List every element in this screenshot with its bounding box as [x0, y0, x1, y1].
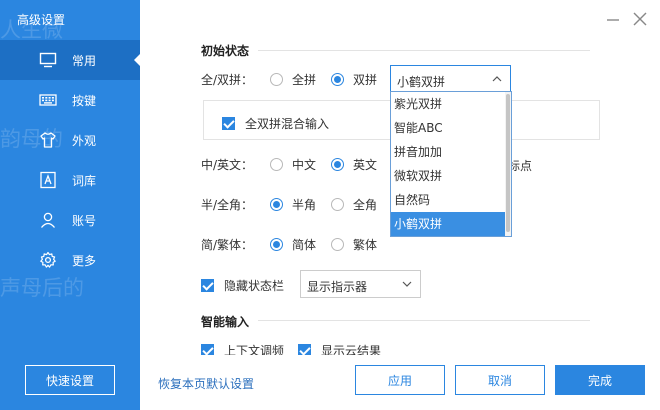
radio-circle	[331, 238, 344, 251]
radio-label: 简体	[292, 238, 317, 252]
window-title: 高级设置	[17, 13, 66, 27]
sidebar-nav: 常用 按键 外观 词库 账号 更多	[0, 40, 140, 280]
close-icon[interactable]	[631, 10, 649, 28]
dropdown-option-selected[interactable]: 小鹤双拼	[391, 212, 505, 236]
cancel-button[interactable]: 取消	[455, 365, 545, 395]
apply-button[interactable]: 应用	[355, 365, 445, 395]
monitor-icon	[39, 52, 57, 68]
radio-circle	[331, 73, 344, 86]
chevron-up-icon	[492, 76, 502, 82]
sidebar-item-label: 词库	[72, 174, 97, 188]
select-value: 显示指示器	[307, 280, 368, 294]
radio-half-width[interactable]: 半角	[270, 196, 316, 213]
section-title-initial: 初始状态	[201, 44, 250, 58]
radio-double-pinyin[interactable]: 双拼	[331, 71, 377, 88]
checkbox-label: 全双拼混合输入	[245, 117, 330, 131]
cn-en-label: 中/英文：	[201, 158, 254, 172]
dropdown-scrollbar[interactable]	[505, 92, 511, 236]
radio-circle	[331, 158, 344, 171]
sidebar-item-label: 账号	[72, 214, 97, 228]
half-full-label: 半/全角：	[201, 198, 254, 212]
restore-defaults-link[interactable]: 恢复本页默认设置	[158, 375, 254, 392]
radio-label: 英文	[353, 158, 378, 172]
radio-circle	[270, 198, 283, 211]
section-title-smart-input: 智能输入	[201, 315, 250, 329]
done-button[interactable]: 完成	[555, 365, 645, 395]
sidebar-item-label: 按键	[72, 94, 97, 108]
minimize-icon[interactable]	[604, 10, 622, 28]
sidebar-item-label: 外观	[72, 134, 97, 148]
radio-label: 中文	[292, 158, 317, 172]
radio-full-width[interactable]: 全角	[331, 196, 377, 213]
sidebar-item-appearance[interactable]: 外观	[0, 120, 140, 160]
chevron-down-icon	[402, 281, 412, 287]
full-double-label: 全/双拼：	[201, 73, 254, 87]
radio-label: 繁体	[353, 238, 378, 252]
sidebar-item-more[interactable]: 更多	[0, 240, 140, 280]
radio-english[interactable]: 英文	[331, 156, 377, 173]
radio-label: 半角	[292, 198, 317, 212]
sidebar-item-account[interactable]: 账号	[0, 200, 140, 240]
sidebar-item-dictionary[interactable]: 词库	[0, 160, 140, 200]
mixed-input-checkbox[interactable]: 全双拼混合输入	[222, 115, 329, 132]
keyboard-icon	[39, 94, 57, 106]
dropdown-option[interactable]: 拼音加加	[391, 140, 505, 164]
radio-label: 全角	[353, 198, 378, 212]
radio-chinese[interactable]: 中文	[270, 156, 316, 173]
radio-full-pinyin[interactable]: 全拼	[270, 71, 316, 88]
shirt-icon	[40, 132, 56, 148]
gear-icon	[40, 251, 56, 268]
sidebar: 人生微 韵母的 声母后的 高级设置 常用 按键 外观 词库 账号 更多 快速设置	[0, 0, 140, 410]
hide-status-bar-checkbox[interactable]: 隐藏状态栏	[201, 277, 284, 294]
simp-trad-label: 简/繁体：	[201, 238, 254, 252]
dropdown-option[interactable]: 紫光双拼	[391, 92, 505, 116]
dropdown-option[interactable]: 智能ABC	[391, 116, 505, 140]
scrollbar-thumb[interactable]	[506, 94, 510, 232]
sidebar-item-label: 常用	[72, 54, 97, 68]
checkbox-label: 隐藏状态栏	[224, 279, 285, 293]
user-icon	[40, 212, 56, 228]
radio-label: 全拼	[292, 73, 317, 87]
radio-circle	[331, 198, 344, 211]
checkbox-box	[201, 279, 214, 292]
double-pinyin-scheme-dropdown: 紫光双拼 智能ABC 拼音加加 微软双拼 自然码 小鹤双拼	[390, 91, 512, 237]
radio-label: 双拼	[353, 73, 378, 87]
sidebar-item-keys[interactable]: 按键	[0, 80, 140, 120]
checkbox-box	[222, 117, 235, 130]
indicator-select[interactable]: 显示指示器	[300, 270, 421, 298]
section-divider	[258, 320, 590, 321]
select-value: 小鹤双拼	[397, 75, 446, 89]
radio-circle	[270, 158, 283, 171]
radio-circle	[270, 238, 283, 251]
dropdown-option[interactable]: 自然码	[391, 188, 505, 212]
radio-simplified[interactable]: 简体	[270, 236, 316, 253]
dictionary-icon	[40, 171, 56, 189]
radio-traditional[interactable]: 繁体	[331, 236, 377, 253]
sidebar-item-common[interactable]: 常用	[0, 40, 140, 80]
double-pinyin-scheme-select[interactable]: 小鹤双拼	[390, 65, 511, 92]
sidebar-item-label: 更多	[72, 254, 97, 268]
radio-circle	[270, 73, 283, 86]
quick-setup-button[interactable]: 快速设置	[25, 365, 115, 395]
section-divider	[258, 50, 590, 51]
dropdown-option[interactable]: 微软双拼	[391, 164, 505, 188]
